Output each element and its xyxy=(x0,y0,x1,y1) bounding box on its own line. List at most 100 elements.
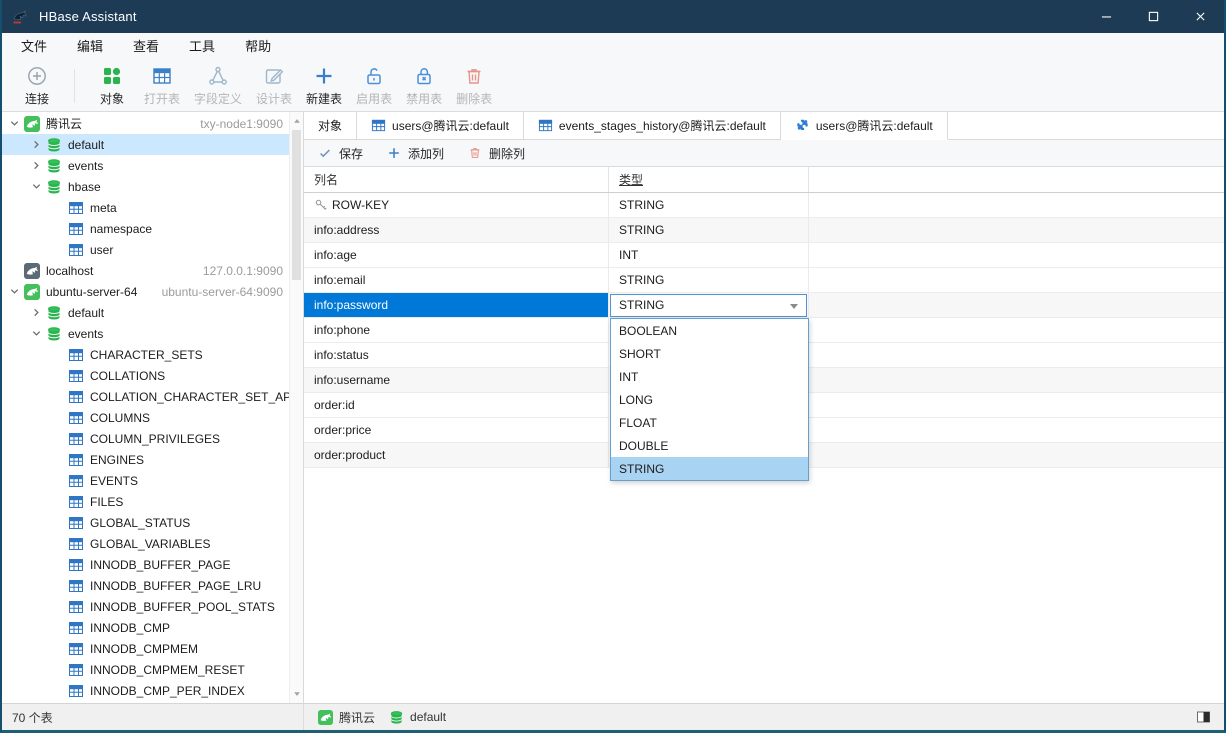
menu-item-3[interactable]: 工具 xyxy=(174,33,230,61)
cell-column-type[interactable]: STRING xyxy=(609,193,809,217)
tree-item-COLUMN_PRIVILEGES[interactable]: COLUMN_PRIVILEGES xyxy=(2,428,289,449)
dropdown-option-STRING[interactable]: STRING xyxy=(611,457,808,480)
toolbar-objects-button[interactable]: 对象 xyxy=(87,63,137,110)
tree-item-INNODB_CMP_PER_INDEX[interactable]: INNODB_CMP_PER_INDEX xyxy=(2,680,289,701)
tree-item-GLOBAL_VARIABLES[interactable]: GLOBAL_VARIABLES xyxy=(2,533,289,554)
chevron-right-icon[interactable] xyxy=(28,158,44,174)
cell-column-name[interactable]: info:address xyxy=(304,218,609,242)
cell-column-name[interactable]: info:age xyxy=(304,243,609,267)
tree-item-ENGINES[interactable]: ENGINES xyxy=(2,449,289,470)
tree-item-COLLATION_CHARACTER_SET_APPL[interactable]: COLLATION_CHARACTER_SET_APPL xyxy=(2,386,289,407)
toolbar-design-table-button[interactable]: 设计表 xyxy=(249,63,299,110)
grid-row-info:address[interactable]: info:address STRING xyxy=(304,218,1224,243)
chevron-slot xyxy=(50,473,66,489)
subtoolbar-add-column-button[interactable]: 添加列 xyxy=(387,145,444,162)
tree-item-INNODB_BUFFER_POOL_STATS[interactable]: INNODB_BUFFER_POOL_STATS xyxy=(2,596,289,617)
split-view-icon[interactable] xyxy=(1195,709,1212,725)
tree-item-namespace[interactable]: namespace xyxy=(2,218,289,239)
minimize-button[interactable] xyxy=(1083,0,1130,33)
tree-item-events[interactable]: events xyxy=(2,323,289,344)
cell-column-name[interactable]: ROW-KEY xyxy=(304,193,609,217)
tree-item-user[interactable]: user xyxy=(2,239,289,260)
tree-item-label: hbase xyxy=(68,179,101,194)
cell-column-name[interactable]: info:email xyxy=(304,268,609,292)
dropdown-option-INT[interactable]: INT xyxy=(611,365,808,388)
cell-column-name[interactable]: order:id xyxy=(304,393,609,417)
tree-item-label: INNODB_BUFFER_PAGE_LRU xyxy=(90,578,262,593)
cell-column-type[interactable]: STRING xyxy=(609,218,809,242)
tree-item-ubuntu-server-64[interactable]: ubuntu-server-64 ubuntu-server-64:9090 xyxy=(2,281,289,302)
tree-item-COLUMNS[interactable]: COLUMNS xyxy=(2,407,289,428)
toolbar-field-def-button[interactable]: 字段定义 xyxy=(187,63,249,110)
tree-item-localhost[interactable]: localhost 127.0.0.1:9090 xyxy=(2,260,289,281)
toolbar-connect-button[interactable]: 连接 xyxy=(12,63,62,110)
tree-item-INNODB_CMPMEM[interactable]: INNODB_CMPMEM xyxy=(2,638,289,659)
chevron-down-icon[interactable] xyxy=(28,326,44,342)
tree-item-hbase[interactable]: hbase xyxy=(2,176,289,197)
toolbar-disable-table-button[interactable]: 禁用表 xyxy=(399,63,449,110)
tree-item-default[interactable]: default xyxy=(2,134,289,155)
dropdown-option-DOUBLE[interactable]: DOUBLE xyxy=(611,434,808,457)
subtoolbar-delete-column-button[interactable]: 删除列 xyxy=(468,145,525,162)
menu-item-4[interactable]: 帮助 xyxy=(230,33,286,61)
cell-column-name[interactable]: info:password xyxy=(304,293,609,317)
cell-column-type[interactable]: INT xyxy=(609,243,809,267)
cell-column-name[interactable]: info:phone xyxy=(304,318,609,342)
chevron-down-icon[interactable] xyxy=(6,284,22,300)
maximize-button[interactable] xyxy=(1130,0,1177,33)
subtoolbar-check-button[interactable]: 保存 xyxy=(318,145,363,162)
chevron-down-icon[interactable] xyxy=(28,179,44,195)
tree-scrollbar[interactable] xyxy=(289,112,303,703)
tab-1[interactable]: users@腾讯云:default xyxy=(357,112,524,140)
grid-row-info:email[interactable]: info:email STRING xyxy=(304,268,1224,293)
menu-item-1[interactable]: 编辑 xyxy=(62,33,118,61)
grid-row-ROW-KEY[interactable]: ROW-KEY STRING xyxy=(304,193,1224,218)
tab-2[interactable]: events_stages_history@腾讯云:default xyxy=(523,112,781,140)
scrollbar-thumb[interactable] xyxy=(292,130,301,280)
tree-item-INNODB_CMPMEM_RESET[interactable]: INNODB_CMPMEM_RESET xyxy=(2,659,289,680)
toolbar-new-table-button[interactable]: 新建表 xyxy=(299,63,349,110)
toolbar-enable-table-button[interactable]: 启用表 xyxy=(349,63,399,110)
cell-column-type[interactable]: STRING xyxy=(609,293,809,317)
type-combobox[interactable]: STRING xyxy=(610,293,807,317)
tree-item-INNODB_BUFFER_PAGE_LRU[interactable]: INNODB_BUFFER_PAGE_LRU xyxy=(2,575,289,596)
tree-item-CHARACTER_SETS[interactable]: CHARACTER_SETS xyxy=(2,344,289,365)
tab-0[interactable]: 对象 xyxy=(304,112,358,140)
tree-item-INNODB_CMP[interactable]: INNODB_CMP xyxy=(2,617,289,638)
scroll-up-button[interactable] xyxy=(290,114,303,128)
cell-column-name[interactable]: order:product xyxy=(304,443,609,467)
dropdown-option-FLOAT[interactable]: FLOAT xyxy=(611,411,808,434)
grid-row-info:password[interactable]: info:password STRING xyxy=(304,293,1224,318)
grid-row-info:age[interactable]: info:age INT xyxy=(304,243,1224,268)
tree-item-meta[interactable]: meta xyxy=(2,197,289,218)
cell-column-type[interactable]: STRING xyxy=(609,268,809,292)
tree-item-INNODB_BUFFER_PAGE[interactable]: INNODB_BUFFER_PAGE xyxy=(2,554,289,575)
tree-item-GLOBAL_STATUS[interactable]: GLOBAL_STATUS xyxy=(2,512,289,533)
tree-item-default[interactable]: default xyxy=(2,302,289,323)
tab-3[interactable]: users@腾讯云:default xyxy=(780,112,948,140)
chevron-right-icon[interactable] xyxy=(28,137,44,153)
cell-column-name[interactable]: info:status xyxy=(304,343,609,367)
toolbar-delete-table-button[interactable]: 删除表 xyxy=(449,63,499,110)
toolbar-button-label: 连接 xyxy=(24,92,49,106)
cell-column-name[interactable]: info:username xyxy=(304,368,609,392)
toolbar-open-table-button[interactable]: 打开表 xyxy=(137,63,187,110)
tree-item-腾讯云[interactable]: 腾讯云 txy-node1:9090 xyxy=(2,113,289,134)
dropdown-option-LONG[interactable]: LONG xyxy=(611,388,808,411)
dropdown-option-BOOLEAN[interactable]: BOOLEAN xyxy=(611,319,808,342)
menu-item-2[interactable]: 查看 xyxy=(118,33,174,61)
scroll-down-button[interactable] xyxy=(290,687,303,701)
tree-item-COLLATIONS[interactable]: COLLATIONS xyxy=(2,365,289,386)
chevron-right-icon[interactable] xyxy=(28,305,44,321)
dropdown-option-SHORT[interactable]: SHORT xyxy=(611,342,808,365)
tree-item-events[interactable]: events xyxy=(2,155,289,176)
column-header-name[interactable]: 列名 xyxy=(304,167,609,192)
close-button[interactable] xyxy=(1177,0,1224,33)
column-header-type[interactable]: 类型 xyxy=(609,167,809,192)
cell-column-name[interactable]: order:price xyxy=(304,418,609,442)
tree-item-FILES[interactable]: FILES xyxy=(2,491,289,512)
tree-item-EVENTS[interactable]: EVENTS xyxy=(2,470,289,491)
menu-item-0[interactable]: 文件 xyxy=(6,33,62,61)
row-filler xyxy=(809,293,1224,317)
chevron-down-icon[interactable] xyxy=(6,116,22,132)
